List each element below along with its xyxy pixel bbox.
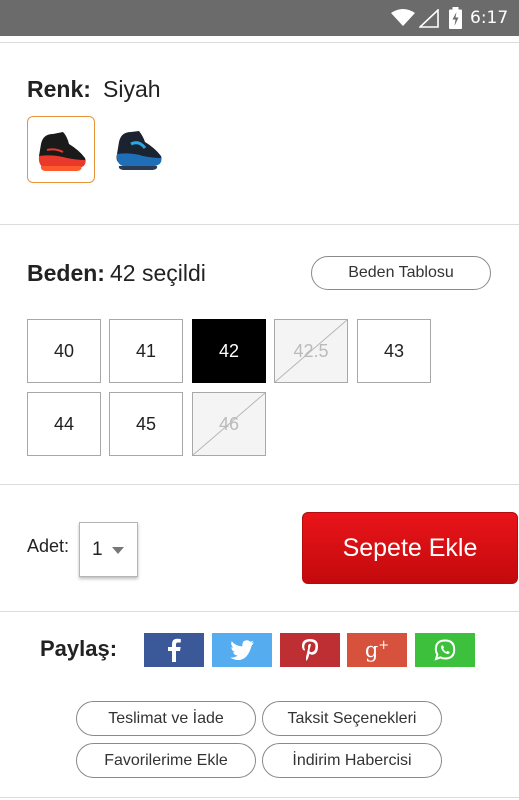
divider [0,484,519,485]
price-alert-link[interactable]: İndirim Habercisi [262,743,442,778]
whatsapp-share-button[interactable] [415,633,475,667]
size-option-label: 42 [218,340,240,361]
divider [0,224,519,225]
size-option-label: 40 [53,340,75,361]
wifi-icon [391,9,415,26]
twitter-share-button[interactable] [212,633,272,667]
size-option[interactable]: 40 [27,319,101,383]
color-label: Renk: [27,76,91,102]
size-option: 42.5 [274,319,348,383]
size-option[interactable]: 41 [109,319,183,383]
shoe-blue-icon [116,130,162,170]
size-option-label: 45 [135,413,157,434]
size-option[interactable]: 42 [192,319,266,383]
installment-options-link[interactable]: Taksit Seçenekleri [262,701,442,736]
status-bar: 6:17 [0,0,519,36]
whatsapp-icon [434,639,456,661]
size-option[interactable]: 43 [357,319,431,383]
size-option-label: 46 [218,413,240,434]
clock: 6:17 [470,8,509,28]
divider [0,611,519,612]
color-swatch-red[interactable] [27,116,95,183]
pinterest-share-button[interactable] [280,633,340,667]
share-label: Paylaş: [40,636,118,661]
quantity-value: 1 [92,538,103,560]
size-option[interactable]: 44 [27,392,101,456]
google-plus-icon: g+ [364,638,390,662]
size-option-label: 43 [383,340,405,361]
signal-icon [419,9,439,28]
divider [0,797,519,798]
quantity-label: Adet: [27,536,70,556]
color-value: Siyah [103,76,161,102]
shoe-red-icon [38,131,86,171]
delivery-returns-link[interactable]: Teslimat ve İade [76,701,256,736]
chevron-down-icon [112,547,124,554]
size-option-label: 41 [135,340,157,361]
color-swatch-blue[interactable] [103,116,171,183]
facebook-share-button[interactable] [144,633,204,667]
add-to-favorites-link[interactable]: Favorilerime Ekle [76,743,256,778]
divider [0,42,519,43]
size-option-label: 44 [53,413,75,434]
battery-charging-icon [449,7,462,29]
size-chart-button[interactable]: Beden Tablosu [311,256,491,290]
size-value: 42 seçildi [110,260,206,286]
pinterest-icon [302,639,318,661]
size-label: Beden: [27,260,105,286]
facebook-icon [168,638,181,662]
google-plus-share-button[interactable]: g+ [347,633,407,667]
size-option: 46 [192,392,266,456]
size-option-label: 42.5 [293,340,329,361]
add-to-cart-button[interactable]: Sepete Ekle [302,512,518,584]
quantity-select[interactable]: 1 [79,522,138,577]
twitter-icon [230,640,254,660]
size-option[interactable]: 45 [109,392,183,456]
